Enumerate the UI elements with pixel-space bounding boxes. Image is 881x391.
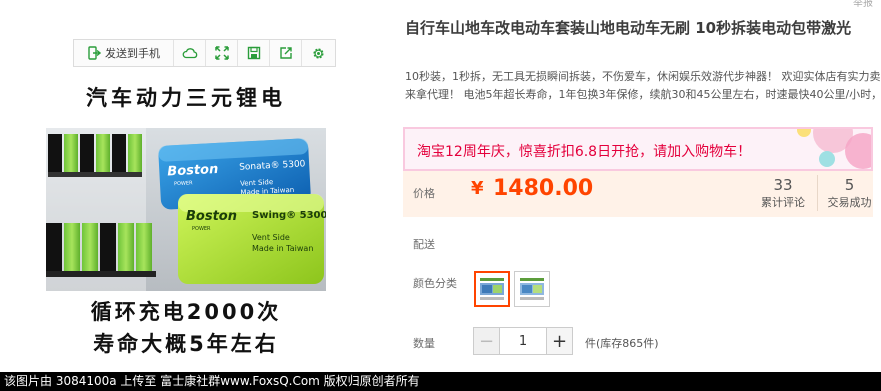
send-to-phone-label: 发送到手机 <box>105 47 160 60</box>
currency-symbol: ¥ <box>471 178 484 199</box>
green-battery-line1: Vent Side <box>252 233 290 242</box>
promo-bubble <box>845 133 871 169</box>
quantity-input[interactable] <box>500 328 546 354</box>
quantity-label: 数量 <box>413 337 435 350</box>
color-option-thumbnail <box>518 275 546 303</box>
fullscreen-button[interactable] <box>206 40 238 66</box>
reviews-label: 累计评论 <box>761 196 805 209</box>
product-gallery: 发送到手机 汽车动力三元锂电 Boston POWER Sonata® 5300… <box>0 0 394 372</box>
trades-count: 5 <box>844 176 855 194</box>
cloud-button[interactable] <box>174 40 206 66</box>
price-area: 价格 ¥ 1480.00 33 累计评论 5 交易成功 <box>403 171 873 217</box>
delivery-label: 配送 <box>413 238 435 251</box>
color-option-1[interactable] <box>474 271 510 307</box>
quantity-increase-button[interactable]: + <box>546 328 572 354</box>
save-icon <box>247 46 260 60</box>
product-main-image[interactable]: 汽车动力三元锂电 Boston POWER Sonata® 5300 Vent … <box>36 68 336 372</box>
send-to-phone-button[interactable]: 发送到手机 <box>74 40 174 66</box>
image-caption-line2: 寿命大概5年左右 <box>93 332 279 356</box>
image-caption-top: 汽车动力三元锂电 <box>86 86 286 110</box>
product-info: 举报 自行车山地车改电动车套装山地电动车无刷 10秒拆装电动包带激光 10秒装，… <box>393 0 881 372</box>
stock-info: 件(库存865件) <box>585 337 659 350</box>
image-toolbar: 发送到手机 <box>73 39 336 67</box>
promo-banner[interactable]: 淘宝12周年庆，惊喜折扣6.8日开抢，请加入购物车！ <box>403 127 873 171</box>
color-option-2[interactable] <box>514 271 550 307</box>
share-button[interactable] <box>270 40 302 66</box>
color-option-thumbnail <box>478 275 506 303</box>
battery-photo: Boston POWER Sonata® 5300 Vent Side Made… <box>46 128 326 291</box>
product-title: 自行车山地车改电动车套装山地电动车无刷 10秒拆装电动包带激光 <box>405 19 852 37</box>
green-battery-model: Swing® 5300 <box>252 210 326 221</box>
green-battery-brand: Boston <box>186 209 237 224</box>
image-caption-line1: 循环充电2000次 <box>90 300 282 324</box>
report-link[interactable]: 举报 <box>853 0 873 9</box>
share-icon <box>279 47 292 59</box>
blue-battery-brand: Boston <box>167 162 219 180</box>
price-label: 价格 <box>413 187 435 200</box>
reviews-stat[interactable]: 33 累计评论 <box>751 175 815 211</box>
trades-stat[interactable]: 5 交易成功 <box>817 175 881 211</box>
quantity-decrease-button[interactable]: − <box>474 328 500 354</box>
green-battery-brand-sub: POWER <box>192 226 211 232</box>
product-subtitle: 10秒装，1秒拆，无工具无损瞬间拆装，不伤爱车，休闲娱乐效游代步神器！ 欢迎实体… <box>405 70 881 101</box>
promo-bubble <box>819 151 835 167</box>
watermark-footer: 该图片由 3084100a 上传至 富士康社群www.FoxsQ.Com 版权归… <box>0 372 881 391</box>
reviews-count: 33 <box>773 176 793 194</box>
settings-button[interactable] <box>302 40 334 66</box>
cloud-icon <box>182 48 197 59</box>
quantity-stepper: − + <box>473 327 573 355</box>
blue-battery-brand-sub: POWER <box>174 180 193 187</box>
settings-icon <box>312 47 324 59</box>
expand-icon <box>214 46 229 60</box>
green-battery-line2: Made in Taiwan <box>252 244 313 253</box>
color-label: 颜色分类 <box>413 277 457 290</box>
price-value: 1480.00 <box>493 176 594 201</box>
phone-icon <box>88 46 101 60</box>
save-button[interactable] <box>238 40 270 66</box>
promo-text: 淘宝12周年庆，惊喜折扣6.8日开抢，请加入购物车！ <box>417 144 752 160</box>
trades-label: 交易成功 <box>827 196 872 209</box>
promo-bubble <box>797 129 811 137</box>
